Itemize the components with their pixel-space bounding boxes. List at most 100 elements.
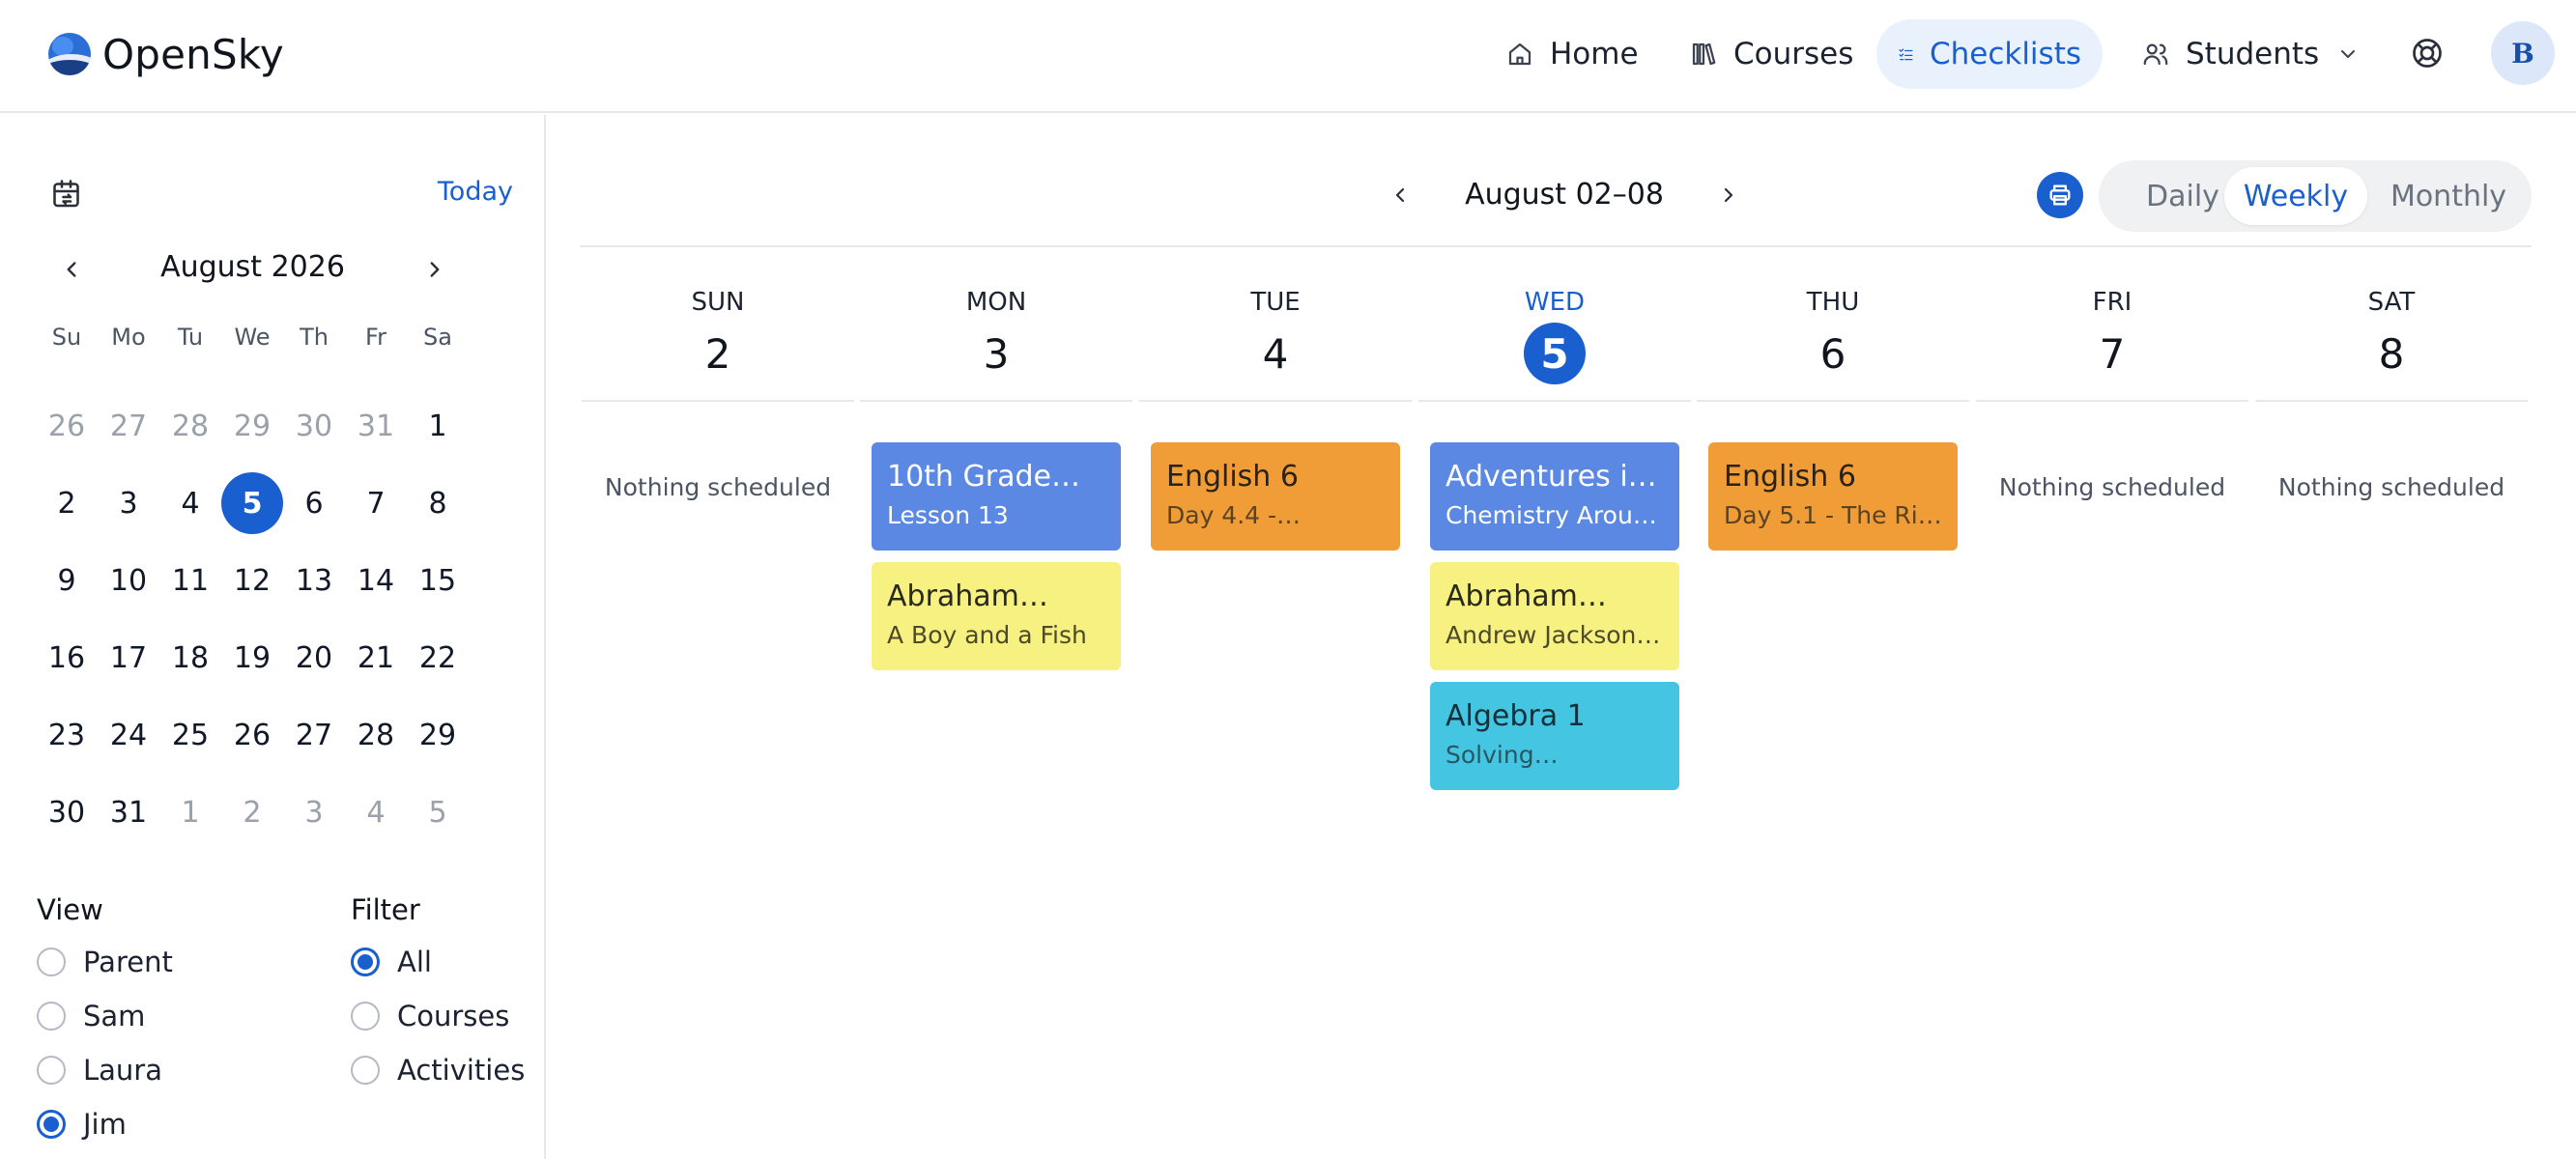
day-header[interactable]: TUE 4 xyxy=(1139,247,1412,402)
day-header[interactable]: FRI 7 xyxy=(1976,247,2248,402)
view-option-label: Sam xyxy=(83,1000,146,1032)
radio-button-selected[interactable] xyxy=(37,1110,66,1139)
date-cell[interactable]: 2 xyxy=(221,781,283,843)
date-cell[interactable]: 6 xyxy=(283,472,345,534)
today-link[interactable]: Today xyxy=(438,177,513,207)
event-card[interactable]: Algebra 1 Solving… xyxy=(1430,682,1679,790)
date-cell[interactable]: 19 xyxy=(221,627,283,689)
date-cell[interactable]: 12 xyxy=(221,550,283,611)
chevron-down-icon xyxy=(2341,50,2356,58)
date-cell[interactable]: 5 xyxy=(407,781,469,843)
filter-option-all[interactable]: All xyxy=(351,946,432,978)
day-header[interactable]: SAT 8 xyxy=(2255,247,2528,402)
event-card[interactable]: Abraham… A Boy and a Fish xyxy=(872,562,1121,670)
radio-button[interactable] xyxy=(37,947,66,976)
day-header[interactable]: MON 3 xyxy=(860,247,1132,402)
event-card[interactable]: Abraham… Andrew Jackson… xyxy=(1430,562,1679,670)
date-cell[interactable]: 27 xyxy=(283,704,345,766)
date-cell[interactable]: 20 xyxy=(283,627,345,689)
radio-button[interactable] xyxy=(37,1002,66,1031)
app-logo[interactable]: OpenSky xyxy=(48,29,284,79)
date-cell[interactable]: 31 xyxy=(345,395,407,457)
date-cell[interactable]: 16 xyxy=(36,627,98,689)
view-option-parent[interactable]: Parent xyxy=(37,946,173,978)
date-cell[interactable]: 29 xyxy=(221,395,283,457)
nav-checklists[interactable]: Checklists xyxy=(1876,19,2103,89)
print-button[interactable] xyxy=(2037,172,2083,218)
mini-calendar-month: August 2026 xyxy=(160,250,345,284)
date-cell[interactable]: 28 xyxy=(345,704,407,766)
next-week-button[interactable] xyxy=(1709,176,1748,214)
date-cell[interactable]: 28 xyxy=(159,395,221,457)
radio-button-selected[interactable] xyxy=(351,947,380,976)
date-cell[interactable]: 11 xyxy=(159,550,221,611)
prev-week-button[interactable] xyxy=(1381,176,1419,214)
nav-home[interactable]: Home xyxy=(1484,19,1660,89)
date-cell[interactable]: 26 xyxy=(221,704,283,766)
date-cell[interactable]: 1 xyxy=(407,395,469,457)
printer-icon xyxy=(2049,184,2071,206)
filter-option-activities[interactable]: Activities xyxy=(351,1054,525,1087)
date-cell[interactable]: 25 xyxy=(159,704,221,766)
event-card[interactable]: English 6 Day 4.4 -… xyxy=(1151,442,1400,551)
day-header[interactable]: SUN 2 xyxy=(582,247,854,402)
date-cell[interactable]: 3 xyxy=(98,472,159,534)
nav-students[interactable]: Students xyxy=(2120,19,2381,89)
date-cell[interactable]: 23 xyxy=(36,704,98,766)
user-avatar[interactable]: B xyxy=(2491,21,2555,85)
date-cell[interactable]: 30 xyxy=(283,395,345,457)
date-cell[interactable]: 15 xyxy=(407,550,469,611)
mode-weekly-button[interactable]: Weekly xyxy=(2224,167,2367,225)
event-title: Abraham… xyxy=(1445,580,1607,613)
view-option-label: Laura xyxy=(83,1054,163,1087)
date-cell[interactable]: 31 xyxy=(98,781,159,843)
radio-button[interactable] xyxy=(351,1056,380,1085)
date-cell[interactable]: 4 xyxy=(345,781,407,843)
date-cell[interactable]: 24 xyxy=(98,704,159,766)
date-cell[interactable]: 8 xyxy=(407,472,469,534)
home-icon xyxy=(1508,42,1531,66)
mode-monthly-button[interactable]: Monthly xyxy=(2381,167,2516,225)
week-navigator: August 02–08 xyxy=(1372,164,1759,226)
event-subtitle: A Boy and a Fish xyxy=(887,621,1087,649)
date-cell[interactable]: 13 xyxy=(283,550,345,611)
nav-courses-label: Courses xyxy=(1733,37,1854,71)
event-card[interactable]: English 6 Day 5.1 - The Rise … xyxy=(1708,442,1958,551)
date-cell[interactable]: 27 xyxy=(98,395,159,457)
day-number: 8 xyxy=(2378,329,2405,378)
view-title: View xyxy=(37,893,103,926)
date-cell[interactable]: 4 xyxy=(159,472,221,534)
day-header[interactable]: WED 5 xyxy=(1418,247,1691,402)
calendar-sync-icon[interactable] xyxy=(50,177,85,212)
filter-title: Filter xyxy=(351,893,420,926)
date-cell-selected[interactable]: 5 xyxy=(221,472,283,534)
date-cell[interactable]: 3 xyxy=(283,781,345,843)
nav-courses[interactable]: Courses xyxy=(1668,19,1875,89)
radio-button[interactable] xyxy=(37,1056,66,1085)
date-cell[interactable]: 26 xyxy=(36,395,98,457)
view-option-sam[interactable]: Sam xyxy=(37,1000,145,1032)
date-cell[interactable]: 2 xyxy=(36,472,98,534)
date-cell[interactable]: 18 xyxy=(159,627,221,689)
filter-option-courses[interactable]: Courses xyxy=(351,1000,509,1032)
date-cell[interactable]: 10 xyxy=(98,550,159,611)
date-cell[interactable]: 17 xyxy=(98,627,159,689)
event-title: Algebra 1 xyxy=(1445,699,1586,733)
date-cell[interactable]: 9 xyxy=(36,550,98,611)
view-option-laura[interactable]: Laura xyxy=(37,1054,162,1087)
date-cell[interactable]: 29 xyxy=(407,704,469,766)
event-card[interactable]: 10th Grade… Lesson 13 xyxy=(872,442,1121,551)
week-range-label: August 02–08 xyxy=(1465,178,1664,212)
day-header[interactable]: THU 6 xyxy=(1697,247,1969,402)
view-option-jim[interactable]: Jim xyxy=(37,1108,127,1141)
date-cell[interactable]: 21 xyxy=(345,627,407,689)
help-lifebuoy-icon[interactable] xyxy=(2410,36,2445,71)
radio-button[interactable] xyxy=(351,1002,380,1031)
date-cell[interactable]: 30 xyxy=(36,781,98,843)
date-cell[interactable]: 22 xyxy=(407,627,469,689)
date-cell[interactable]: 14 xyxy=(345,550,407,611)
event-card[interactable]: Adventures in… Chemistry Around… xyxy=(1430,442,1679,551)
date-cell[interactable]: 7 xyxy=(345,472,407,534)
date-cell[interactable]: 1 xyxy=(159,781,221,843)
next-month-button[interactable] xyxy=(415,250,454,289)
